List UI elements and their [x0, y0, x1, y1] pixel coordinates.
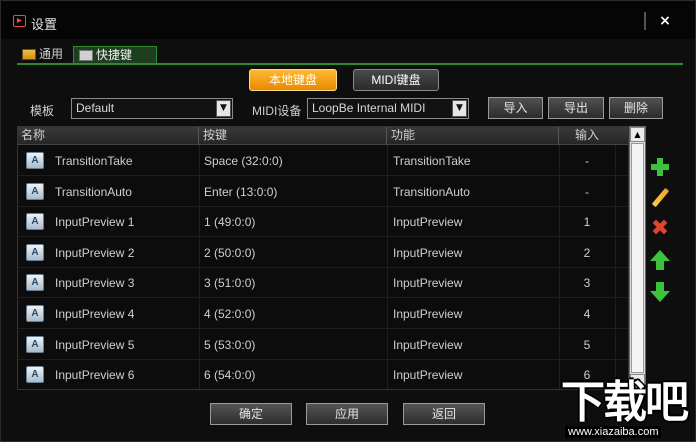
cell-name: TransitionTake	[55, 154, 133, 168]
table-row[interactable]: A InputPreview 2 2 (50:0:0) InputPreview 2	[18, 238, 628, 268]
cell-function: TransitionTake	[393, 154, 471, 168]
cell-key: Enter (13:0:0)	[204, 184, 278, 199]
scrollbar-thumb[interactable]	[631, 143, 644, 373]
cell-name: InputPreview 2	[55, 245, 135, 260]
close-icon[interactable]: ×	[653, 10, 677, 32]
edit-icon[interactable]	[649, 187, 671, 209]
midi-keyboard-button[interactable]: MIDI键盘	[353, 69, 439, 91]
table-row[interactable]: A TransitionTake Space (32:0:0) TransitionT…	[18, 146, 628, 176]
table-row[interactable]: A InputPreview 1 1 (49:0:0) InputPreview 1	[18, 207, 628, 238]
move-down-icon[interactable]	[649, 281, 671, 303]
export-button[interactable]: 导出	[548, 97, 604, 119]
watermark-logo: 下载吧 www.xiazaiba.com	[561, 379, 696, 442]
midi-device-value: LoopBe Internal MIDI	[312, 101, 426, 115]
watermark-text: 下载吧	[561, 378, 689, 427]
local-keyboard-button[interactable]: 本地键盘	[249, 69, 337, 91]
cell-input: -	[585, 154, 589, 168]
cell-key: 5 (53:0:0)	[204, 337, 256, 352]
cell-function: InputPreview	[393, 215, 463, 230]
folder-icon	[22, 49, 36, 60]
table-row[interactable]: A InputPreview 66 (54:0:0) InputPreview 6	[18, 360, 628, 389]
column-header-key[interactable]: 按键	[199, 127, 387, 145]
cell-name: InputPreview 4	[55, 307, 135, 321]
cell-name: InputPreview 1	[55, 215, 135, 230]
cell-key: 1 (49:0:0)	[204, 215, 256, 230]
app-icon	[13, 15, 26, 27]
cell-function: TransitionAuto	[393, 184, 470, 199]
shortcut-icon: A	[26, 305, 44, 322]
column-divider	[199, 145, 200, 389]
shortcut-icon: A	[26, 182, 44, 200]
title-bar: 设置 ×	[1, 1, 695, 39]
cell-name: InputPreview 3	[55, 276, 135, 291]
cell-key: 6 (54:0:0)	[204, 368, 256, 383]
shortcut-icon: A	[26, 366, 44, 384]
column-divider	[559, 145, 560, 389]
tab-label: 通用	[39, 47, 64, 61]
table-row[interactable]: A InputPreview 4 4 (52:0:0) InputPreview 4	[18, 299, 628, 329]
cell-key: 3 (51:0:0)	[204, 276, 256, 291]
template-label: 模板	[30, 104, 55, 118]
delete-button[interactable]: 删除	[609, 97, 663, 119]
move-up-icon[interactable]	[649, 249, 671, 271]
cell-key: 4 (52:0:0)	[204, 307, 256, 321]
cell-key: 2 (50:0:0)	[204, 245, 256, 260]
shortcut-icon: A	[26, 152, 44, 169]
table-row[interactable]: A TransitionAuto Enter (13:0:0) TransitionA…	[18, 177, 628, 207]
window-title: 设置	[31, 17, 58, 32]
cell-input: 3	[583, 276, 591, 291]
chevron-down-icon[interactable]: ▼	[216, 100, 231, 117]
tab-general[interactable]: 通用	[17, 46, 69, 64]
cell-function: InputPreview	[393, 276, 463, 291]
cell-name: InputPreview 6	[55, 368, 135, 383]
ok-button[interactable]: 确定	[210, 403, 292, 425]
cell-input: -	[585, 184, 589, 199]
cell-key: Space (32:0:0)	[204, 154, 283, 168]
cell-function: InputPreview	[393, 307, 463, 321]
settings-window: 设置 × 通用 快捷键 本地键盘 MIDI键盘 模板 Default ▼ MID…	[0, 0, 696, 442]
column-divider	[387, 145, 388, 389]
template-value: Default	[76, 101, 115, 115]
cell-function: InputPreview	[393, 368, 463, 383]
cell-function: InputPreview	[393, 337, 463, 352]
tab-shortcuts[interactable]: 快捷键	[73, 46, 157, 64]
column-header-name[interactable]: 名称	[18, 127, 199, 145]
vertical-scrollbar[interactable]: ▲ ▼	[629, 126, 646, 390]
apply-button[interactable]: 应用	[306, 403, 388, 425]
midi-device-label: MIDI设备	[252, 104, 302, 118]
cell-input: 5	[583, 337, 591, 352]
shortcut-icon: A	[26, 274, 44, 292]
import-button[interactable]: 导入	[488, 97, 543, 119]
shortcut-icon: A	[26, 243, 44, 261]
chevron-down-icon[interactable]: ▼	[452, 100, 467, 117]
shortcut-table: 名称 按键 功能 输入 A TransitionTake Space (32:0:0…	[17, 126, 629, 390]
midi-device-select[interactable]: LoopBe Internal MIDI ▼	[307, 98, 469, 119]
cell-function: InputPreview	[393, 245, 463, 260]
remove-icon[interactable]: ✖	[649, 218, 671, 240]
title-separator	[644, 12, 646, 30]
scroll-up-icon[interactable]: ▲	[630, 127, 645, 142]
column-header-function[interactable]: 功能	[387, 127, 559, 145]
tab-label: 快捷键	[96, 48, 133, 62]
table-row[interactable]: A InputPreview 3 3 (51:0:0) InputPreview 3	[18, 268, 628, 299]
column-header-input[interactable]: 输入	[559, 127, 615, 145]
cell-name: TransitionAuto	[55, 184, 132, 199]
watermark-url: www.xiazaiba.com	[565, 426, 662, 438]
add-icon[interactable]	[649, 156, 671, 178]
keyboard-icon	[79, 50, 93, 61]
template-select[interactable]: Default ▼	[71, 98, 233, 119]
cell-name: InputPreview 5	[55, 337, 135, 352]
cell-input: 1	[583, 215, 591, 230]
column-divider	[615, 145, 616, 389]
back-button[interactable]: 返回	[403, 403, 485, 425]
cell-input: 4	[583, 307, 591, 321]
cell-input: 2	[583, 245, 591, 260]
tab-underline	[17, 63, 683, 65]
shortcut-icon: A	[26, 335, 44, 353]
shortcut-icon: A	[26, 213, 44, 231]
table-row[interactable]: A InputPreview 5 5 (53:0:0) InputPreview 5	[18, 330, 628, 360]
table-header: 名称 按键 功能 输入	[18, 127, 628, 145]
